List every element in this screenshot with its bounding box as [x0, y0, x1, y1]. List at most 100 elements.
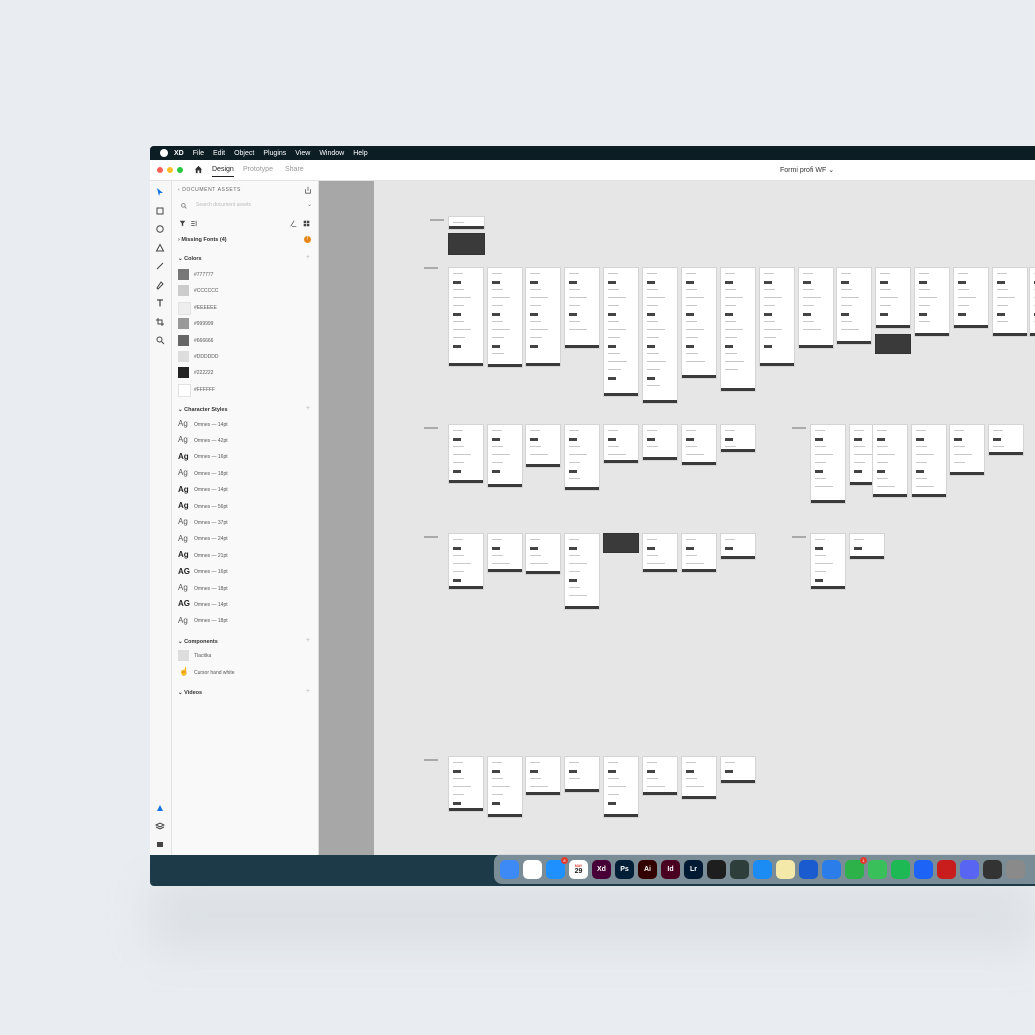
artboard[interactable] [642, 267, 678, 404]
menu-app-name[interactable]: XD [174, 150, 184, 157]
sort-icon[interactable] [190, 220, 198, 227]
artboard[interactable] [875, 334, 911, 354]
1password-app-icon[interactable] [799, 859, 818, 879]
figma-app-icon[interactable] [707, 859, 726, 879]
component-item[interactable]: Tlacitka [194, 653, 211, 659]
lightroom-app-icon[interactable]: Lr [684, 859, 703, 879]
list-view-icon[interactable] [290, 220, 297, 227]
settings-app-icon[interactable] [1006, 859, 1025, 879]
color-swatch[interactable] [178, 334, 189, 346]
menu-plugins[interactable]: Plugins [263, 150, 286, 157]
artboard[interactable] [448, 233, 485, 255]
artboard[interactable] [603, 424, 639, 464]
layers-panel-icon[interactable] [155, 821, 165, 831]
spotify-app-icon[interactable] [891, 859, 910, 879]
artboard[interactable] [681, 424, 717, 466]
color-swatch[interactable] [178, 351, 189, 362]
design-canvas[interactable] [374, 181, 1035, 855]
color-swatch[interactable] [178, 318, 189, 330]
menu-help[interactable]: Help [353, 150, 367, 157]
artboard[interactable] [603, 267, 639, 397]
character-style-preview[interactable]: AG [178, 567, 190, 576]
character-style-preview[interactable]: Ag [178, 550, 189, 559]
character-style-preview[interactable]: Ag [178, 534, 188, 543]
color-swatch[interactable] [178, 367, 189, 379]
chrome-app-icon[interactable] [523, 859, 542, 879]
menu-edit[interactable]: Edit [213, 150, 225, 157]
artboard-tool-icon[interactable] [155, 317, 165, 327]
calculator-app-icon[interactable] [983, 859, 1002, 879]
artboard[interactable] [988, 424, 1024, 456]
discord-app-icon[interactable] [960, 859, 979, 879]
menu-view[interactable]: View [295, 150, 310, 157]
colors-section-title[interactable]: ⌄ Colors [178, 256, 202, 262]
character-style-preview[interactable]: Ag [178, 485, 189, 494]
search-input[interactable]: Search document assets [196, 202, 251, 208]
artboard[interactable] [487, 424, 523, 488]
artboard[interactable] [849, 533, 885, 560]
character-style-preview[interactable]: AG [178, 599, 190, 608]
text-tool-icon[interactable] [155, 298, 165, 308]
search-chevron-icon[interactable]: ⌄ [307, 201, 312, 208]
artboard[interactable] [720, 756, 756, 784]
artboard[interactable] [603, 533, 639, 553]
artboard[interactable] [642, 533, 678, 573]
artboard[interactable] [836, 267, 872, 345]
apple-icon[interactable] [160, 149, 168, 157]
pen-tool-icon[interactable] [155, 280, 165, 290]
home-icon[interactable] [194, 165, 203, 174]
artboard[interactable] [1029, 267, 1035, 337]
artboard[interactable] [720, 267, 756, 392]
component-item[interactable]: Cursor hand white [194, 670, 235, 676]
artboard[interactable] [953, 267, 989, 329]
artboard[interactable] [564, 756, 600, 793]
zoom-window-button[interactable] [177, 167, 183, 173]
assets-panel-icon[interactable] [155, 803, 165, 813]
illustrator-app-icon[interactable]: Ai [638, 859, 657, 879]
framer-app-icon[interactable] [753, 859, 772, 879]
add-color-icon[interactable]: + [306, 254, 310, 261]
xd-app-icon[interactable]: Xd [592, 859, 611, 879]
artboard[interactable] [798, 267, 834, 349]
ellipse-tool-icon[interactable] [155, 224, 165, 234]
minimize-window-button[interactable] [167, 167, 173, 173]
photoshop-app-icon[interactable]: Ps [615, 859, 634, 879]
facetime-app-icon[interactable]: 1 [845, 856, 867, 879]
artboard[interactable] [487, 533, 523, 573]
dropbox-app-icon[interactable] [914, 859, 933, 879]
artboard[interactable] [720, 424, 756, 453]
rectangle-tool-icon[interactable] [155, 206, 165, 216]
character-style-preview[interactable]: Ag [178, 517, 188, 526]
plugins-panel-icon[interactable] [155, 839, 165, 849]
artboard[interactable] [525, 756, 561, 796]
artboard[interactable] [759, 267, 795, 367]
tab-share[interactable]: Share [285, 166, 304, 173]
artboard[interactable] [448, 533, 484, 590]
artboard[interactable] [810, 533, 846, 590]
app-store-app-icon[interactable]: 8 [546, 856, 568, 879]
zoom-tool-icon[interactable] [155, 335, 165, 345]
artboard[interactable] [914, 267, 950, 337]
notes-app-icon[interactable] [776, 859, 795, 879]
tasks-app-icon[interactable] [822, 859, 841, 879]
artboard[interactable] [487, 267, 523, 368]
grid-view-icon[interactable] [303, 220, 310, 227]
tab-prototype[interactable]: Prototype [243, 166, 273, 173]
close-window-button[interactable] [157, 167, 163, 173]
artboard[interactable] [564, 533, 600, 610]
color-swatch[interactable] [178, 269, 189, 280]
artboard[interactable] [564, 424, 600, 491]
artboard[interactable] [448, 424, 484, 484]
artboard[interactable] [911, 424, 947, 498]
document-title[interactable]: Formi profi WF ⌄ [780, 166, 834, 174]
artboard[interactable] [525, 267, 561, 367]
artboard[interactable] [448, 756, 484, 812]
artboard[interactable] [642, 756, 678, 796]
artboard[interactable] [681, 533, 717, 573]
affinity-app-icon[interactable] [730, 859, 749, 879]
menu-window[interactable]: Window [319, 150, 344, 157]
artboard[interactable] [720, 533, 756, 560]
artboard[interactable] [875, 267, 911, 329]
artboard[interactable] [992, 267, 1028, 337]
menu-object[interactable]: Object [234, 150, 254, 157]
